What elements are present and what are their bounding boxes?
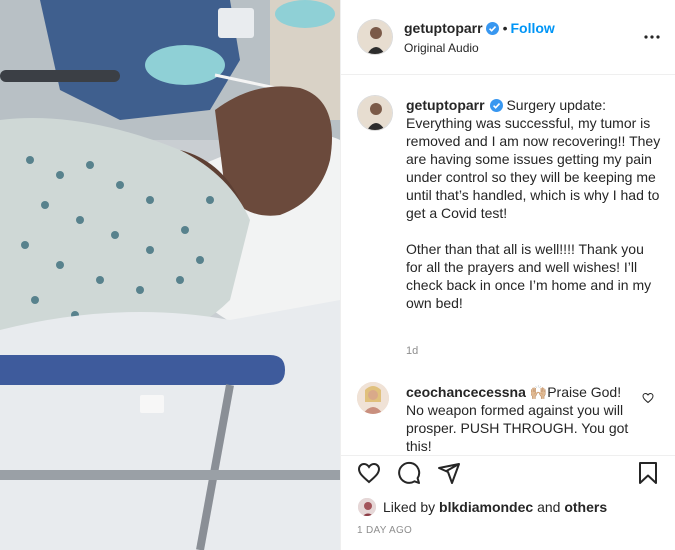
likes-summary: Liked by blkdiamondec and others bbox=[357, 497, 607, 517]
verified-badge-icon bbox=[489, 99, 503, 112]
caption-text: Surgery update: Everything was successfu… bbox=[406, 97, 661, 311]
post-image[interactable] bbox=[0, 0, 340, 550]
author-avatar[interactable] bbox=[357, 19, 393, 55]
audio-label[interactable]: Original Audio bbox=[404, 41, 479, 55]
author-line: getuptoparr • Follow bbox=[404, 20, 555, 36]
post-caption: getuptoparr Surgery update: Everything w… bbox=[406, 96, 662, 312]
comment-icon[interactable] bbox=[397, 461, 421, 485]
more-options-icon[interactable] bbox=[642, 29, 662, 45]
action-bar: Liked by blkdiamondec and others 1 DAY A… bbox=[341, 455, 675, 550]
liker-avatar[interactable] bbox=[357, 497, 377, 517]
comment-item: ceochancecessna 🙌🏼Praise God! No weapon … bbox=[406, 383, 636, 455]
commenter-username[interactable]: ceochancecessna bbox=[406, 384, 526, 400]
commenter-avatar[interactable] bbox=[357, 382, 389, 414]
likes-and: and bbox=[537, 499, 561, 515]
liker-username[interactable]: blkdiamondec bbox=[439, 499, 533, 515]
caption-age[interactable]: 1d bbox=[406, 345, 418, 357]
likes-others-link[interactable]: others bbox=[564, 499, 607, 515]
bookmark-icon[interactable] bbox=[636, 461, 660, 485]
share-icon[interactable] bbox=[437, 461, 461, 485]
separator-dot: • bbox=[502, 20, 508, 36]
post-header: getuptoparr • Follow Original Audio bbox=[341, 0, 675, 75]
post-date[interactable]: 1 DAY AGO bbox=[357, 525, 412, 536]
post-panel: getuptoparr • Follow Original Audio getupt… bbox=[340, 0, 675, 550]
comment-emoji: 🙌🏼 bbox=[529, 384, 548, 400]
author-username[interactable]: getuptoparr bbox=[404, 20, 483, 36]
comment-like-heart-icon[interactable] bbox=[642, 392, 654, 404]
caption-username[interactable]: getuptoparr bbox=[406, 97, 485, 113]
heart-icon[interactable] bbox=[357, 461, 381, 485]
follow-button[interactable]: Follow bbox=[510, 20, 554, 36]
likes-prefix: Liked by bbox=[383, 499, 436, 515]
verified-badge-icon bbox=[485, 22, 499, 35]
hospital-photo bbox=[0, 0, 340, 550]
comments-section[interactable]: getuptoparr Surgery update: Everything w… bbox=[341, 75, 675, 455]
caption-avatar[interactable] bbox=[357, 95, 393, 131]
